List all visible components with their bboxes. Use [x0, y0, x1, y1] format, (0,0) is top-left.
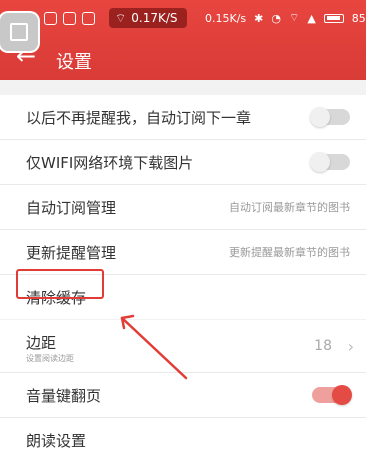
setting-label: 音量键翻页 [26, 386, 102, 405]
notification-icon [63, 12, 76, 25]
setting-label: 更新提醒管理 [26, 243, 117, 262]
page-title: 设置 [56, 52, 92, 73]
alarm-icon: ◔ [271, 11, 281, 25]
chevron-right-icon: › [347, 336, 354, 356]
network-speed-pill: ⌔ 0.17K/S [109, 8, 187, 28]
bluetooth-icon: ✱ [254, 11, 264, 25]
wifi-icon: ⌔ [115, 10, 127, 25]
setting-auto-subscribe-reminder[interactable]: 以后不再提醒我，自动订阅下一章 [0, 95, 366, 140]
network-speed-label: 0.17K/S [131, 11, 178, 25]
highlight-box [16, 269, 104, 299]
app-header: ⌔ 0.17K/S 0.15K/s ✱ ◔ ⌔ ▲ 85% ← 设置 [0, 0, 366, 80]
status-bar: ⌔ 0.17K/S 0.15K/s ✱ ◔ ⌔ ▲ 85% [0, 0, 366, 36]
toggle-switch[interactable] [310, 107, 350, 127]
status-icons-right: 0.15K/s ✱ ◔ ⌔ ▲ 85% [205, 11, 366, 25]
setting-value: 更新提醒最新章节的图书 [229, 246, 350, 259]
setting-value: 自动订阅最新章节的图书 [229, 201, 350, 214]
battery-icon [323, 13, 344, 23]
setting-subtitle: 设置阅读边距 [26, 354, 74, 363]
back-arrow-icon[interactable]: ← [16, 44, 36, 68]
setting-margin[interactable]: 边距 设置阅读边距 18 › [0, 320, 366, 373]
notification-icon [82, 12, 95, 25]
wifi-signal-icon: ⌔ [288, 11, 300, 24]
setting-value: 18 [314, 338, 332, 354]
setting-volume-key-page-turn[interactable]: 音量键翻页 [0, 373, 366, 418]
notification-icon [44, 12, 57, 25]
setting-label: 朗读设置 [26, 431, 87, 450]
setting-read-aloud[interactable]: 朗读设置 [0, 418, 366, 462]
settings-group-2: 边距 设置阅读边距 18 › 音量键翻页 朗读设置 [0, 320, 366, 462]
toggle-switch[interactable] [312, 385, 352, 405]
setting-auto-subscribe-management[interactable]: 自动订阅管理 自动订阅最新章节的图书 [0, 185, 366, 230]
signal-icon: ▲ [307, 11, 316, 25]
setting-label: 自动订阅管理 [26, 198, 117, 217]
setting-label: 边距 [26, 334, 57, 352]
network-speed-text: 0.15K/s [205, 11, 247, 25]
toggle-switch[interactable] [310, 152, 350, 172]
setting-wifi-only-images[interactable]: 仅WIFI网络环境下载图片 [0, 140, 366, 185]
status-icons-left [44, 12, 95, 25]
setting-label: 以后不再提醒我，自动订阅下一章 [26, 108, 252, 127]
setting-label: 仅WIFI网络环境下载图片 [26, 153, 194, 172]
battery-percent: 85% [351, 11, 366, 25]
